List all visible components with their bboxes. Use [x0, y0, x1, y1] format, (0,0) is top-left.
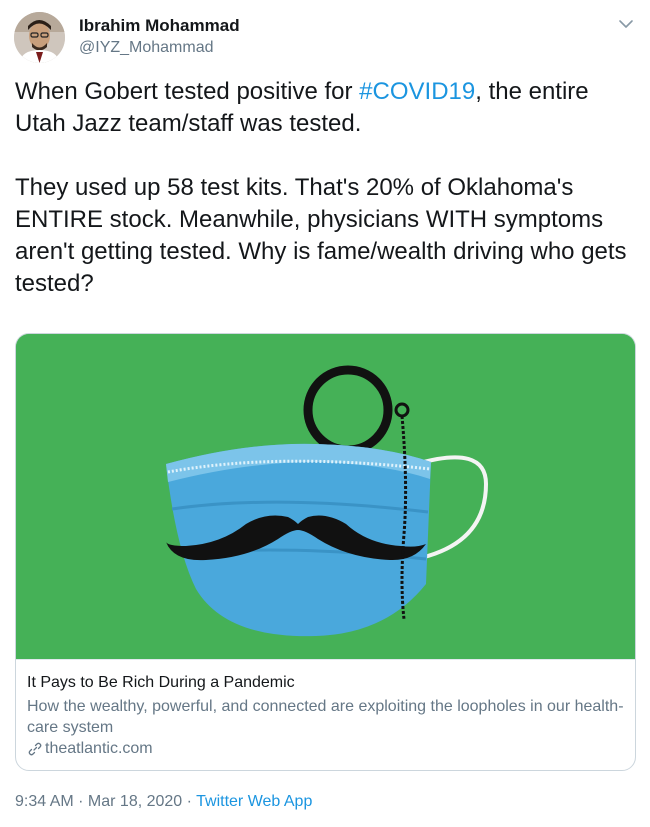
card-description: How the wealthy, powerful, and connected…: [27, 698, 624, 736]
chevron-down-icon[interactable]: [616, 16, 636, 32]
card-title[interactable]: It Pays to Be Rich During a Pandemic: [27, 674, 295, 692]
tweet-time[interactable]: 9:34 AM: [15, 793, 74, 810]
tweet-paragraph-2: They used up 58 test kits. That's 20% of…: [15, 174, 627, 297]
avatar-image: [14, 12, 65, 63]
card-image[interactable]: [16, 334, 635, 659]
author-handle[interactable]: @IYZ_Mohammad: [79, 39, 214, 57]
meta-separator: ·: [182, 793, 197, 810]
tweet: Ibrahim Mohammad @IYZ_Mohammad When Gobe…: [0, 0, 650, 827]
tweet-text-part: When Gobert tested positive for: [15, 78, 360, 105]
author-name[interactable]: Ibrahim Mohammad: [79, 16, 240, 36]
source-app-link[interactable]: Twitter Web App: [196, 793, 312, 810]
mask-mustache-monocle-illustration: [16, 334, 635, 659]
meta-separator: ·: [73, 793, 88, 810]
avatar[interactable]: [14, 12, 65, 63]
card-domain-text[interactable]: theatlantic.com: [45, 740, 153, 758]
tweet-text: When Gobert tested positive for #COVID19…: [15, 76, 640, 300]
card-domain[interactable]: theatlantic.com: [27, 740, 153, 758]
tweet-date[interactable]: Mar 18, 2020: [88, 793, 182, 810]
tweet-meta: 9:34 AM · Mar 18, 2020 · Twitter Web App: [15, 793, 312, 811]
card-body[interactable]: It Pays to Be Rich During a Pandemic How…: [16, 659, 635, 770]
tweet-paragraph-1: When Gobert tested positive for #COVID19…: [15, 76, 640, 140]
hashtag-link[interactable]: #COVID19: [359, 78, 475, 105]
link-card[interactable]: It Pays to Be Rich During a Pandemic How…: [15, 333, 636, 771]
link-icon: [28, 742, 42, 756]
